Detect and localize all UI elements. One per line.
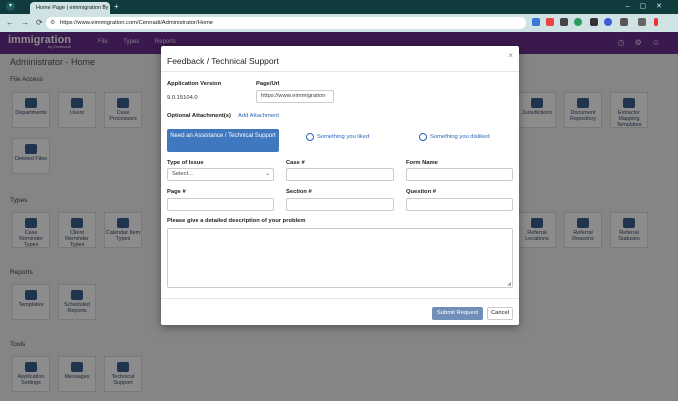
extension-icon[interactable] <box>604 18 612 26</box>
extension-icon[interactable] <box>532 18 540 26</box>
question-number-field[interactable] <box>406 198 513 211</box>
site-info-icon[interactable]: ⚙ <box>50 17 55 29</box>
close-icon[interactable]: × <box>508 51 513 60</box>
issue-type-select[interactable]: Select... ⌄ <box>167 168 274 181</box>
form-name-label: Form Name <box>406 160 438 166</box>
download-icon[interactable] <box>638 18 646 26</box>
extension-icon[interactable] <box>590 18 598 26</box>
description-label: Please give a detailed description of yo… <box>167 218 306 224</box>
form-name-field[interactable] <box>406 168 513 181</box>
app-version-value: 9.0.15104.0 <box>167 95 198 101</box>
page-url-label: Page/Url <box>256 81 280 87</box>
page-number-label: Page # <box>167 189 186 195</box>
browser-nav-icons[interactable]: ←→⟳ <box>6 18 50 27</box>
feedback-modal: Feedback / Technical Support × Applicati… <box>161 46 519 325</box>
browser-tab-bar: ▾ Home Page | eimmigration by × + –▢✕ <box>0 0 678 14</box>
question-number-label: Question # <box>406 189 436 195</box>
extension-icon[interactable] <box>574 18 582 26</box>
attachments-label: Optional Attachment(s) <box>167 113 231 119</box>
cancel-button[interactable]: Cancel <box>487 307 513 320</box>
frown-icon <box>419 133 427 141</box>
url-field[interactable]: ⚙ https://www.eimmigration.com/Cennadi/A… <box>46 17 526 29</box>
need-assistance-button[interactable]: Need an Assistance / Technical Support <box>167 129 279 152</box>
address-bar-row: ←→⟳ ⚙ https://www.eimmigration.com/Cenna… <box>0 14 678 32</box>
chevron-down-icon: ⌄ <box>264 171 270 177</box>
extension-icon[interactable] <box>560 18 568 26</box>
extension-icon[interactable] <box>620 18 628 26</box>
case-label: Case # <box>286 160 305 166</box>
page-url-field[interactable]: https://www.eimmigration <box>256 90 334 103</box>
extension-icon[interactable] <box>546 18 554 26</box>
add-attachment-link[interactable]: Add Attachment <box>238 113 279 119</box>
browser-tab-title: Home Page | eimmigration by <box>36 5 109 11</box>
divider <box>161 71 519 72</box>
section-number-field[interactable] <box>286 198 394 211</box>
description-textarea[interactable]: ◢ <box>167 228 513 288</box>
something-disliked-option[interactable]: Something you disliked <box>419 133 490 141</box>
browser-tab[interactable]: Home Page | eimmigration by × <box>30 2 110 14</box>
resize-handle-icon[interactable]: ◢ <box>507 281 511 287</box>
profile-icon[interactable] <box>654 18 658 26</box>
page-number-field[interactable] <box>167 198 274 211</box>
app-version-label: Application Version <box>167 81 222 87</box>
issue-type-label: Type of Issue <box>167 160 204 166</box>
new-tab-icon[interactable]: + <box>114 2 119 11</box>
submit-request-button[interactable]: Submit Request <box>432 307 483 320</box>
smile-icon <box>306 133 314 141</box>
case-field[interactable] <box>286 168 394 181</box>
divider <box>161 298 519 299</box>
something-liked-option[interactable]: Something you liked <box>306 133 369 141</box>
window-controls[interactable]: –▢✕ <box>626 2 672 10</box>
url-text: https://www.eimmigration.com/Cennadi/Adm… <box>60 20 214 26</box>
section-number-label: Section # <box>286 189 312 195</box>
modal-title: Feedback / Technical Support <box>167 56 279 66</box>
close-tab-icon[interactable]: × <box>102 4 106 10</box>
tab-list-icon[interactable]: ▾ <box>6 2 15 11</box>
